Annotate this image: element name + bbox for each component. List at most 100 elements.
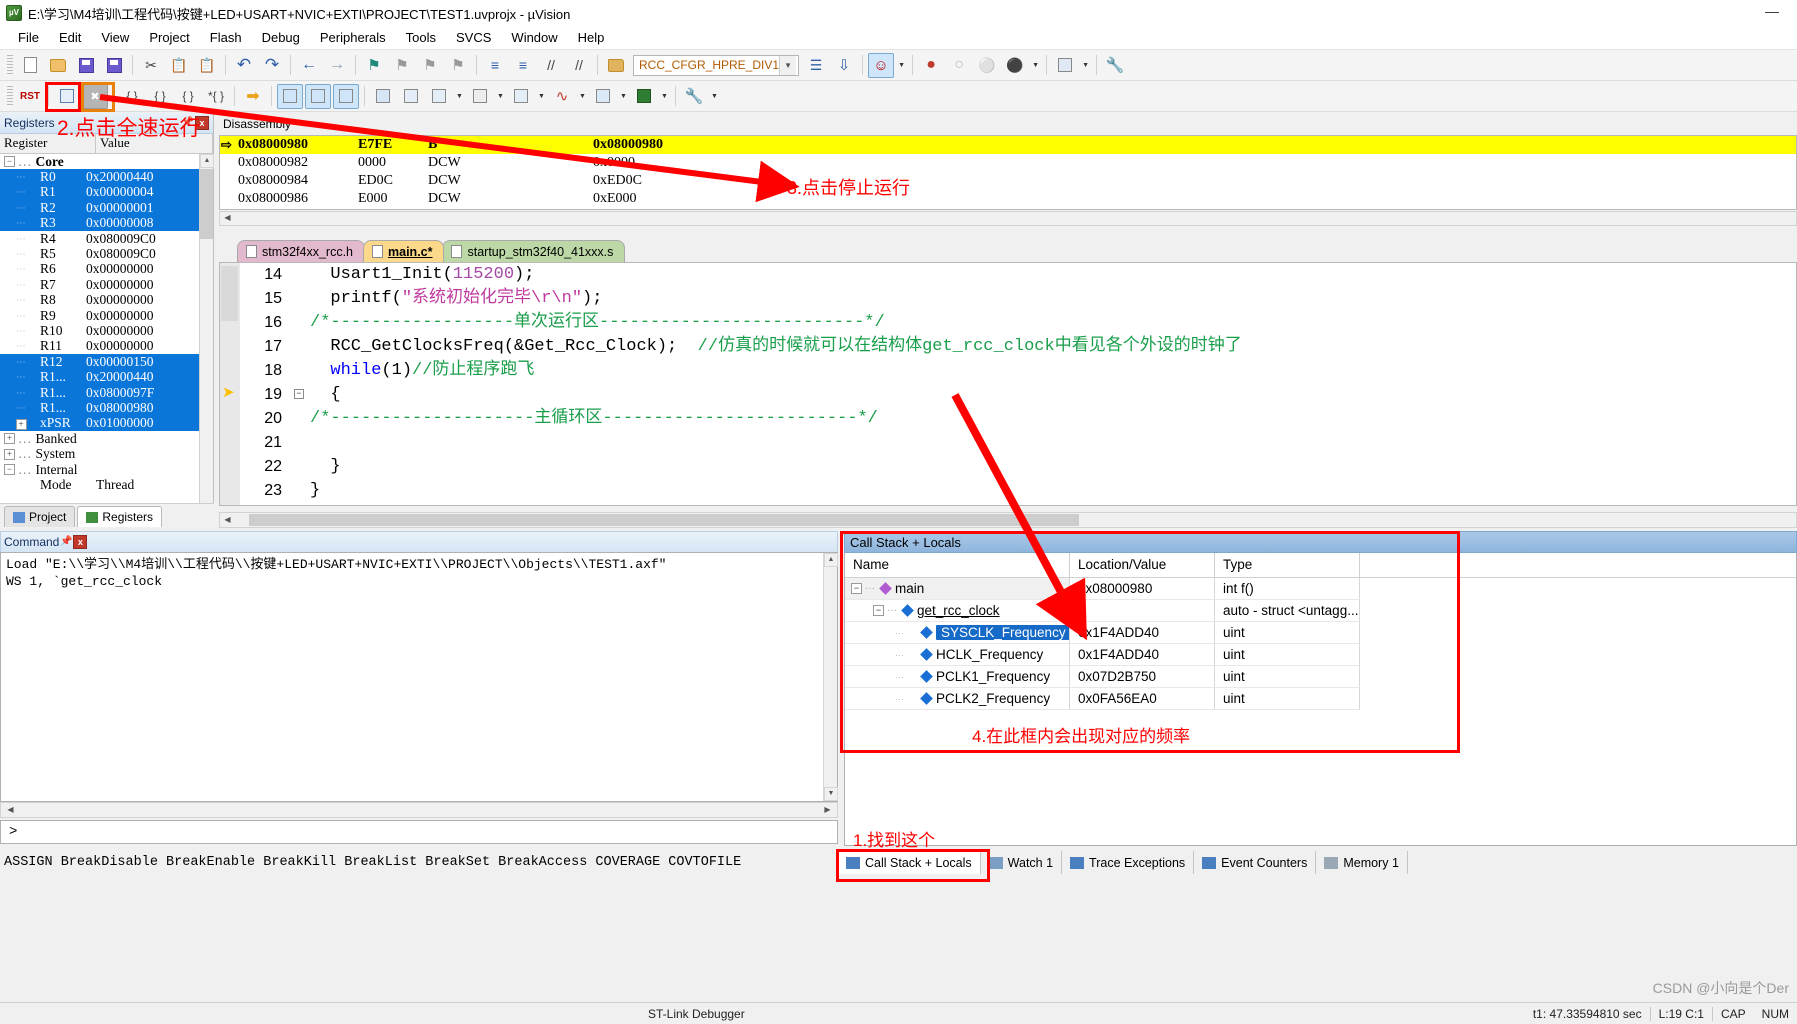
register-row[interactable]: ··· R1 0x00000004 [0, 184, 199, 201]
register-row[interactable]: + xPSR 0x01000000 [0, 415, 199, 432]
callstack-name-cell[interactable]: ··· PCLK1_Frequency [845, 666, 1070, 688]
scroll-up-icon[interactable]: ▲ [824, 553, 838, 567]
register-row[interactable]: ··· R10 0x00000000 [0, 323, 199, 338]
callstack-row[interactable]: ··· SYSCLK_Frequency 0x1F4ADD40 uint [845, 622, 1796, 644]
command-window-icon[interactable] [277, 83, 303, 109]
callstack-name-cell[interactable]: − ··· main [845, 578, 1070, 600]
tab-project[interactable]: Project [4, 506, 76, 527]
tab-watch-1[interactable]: Watch 1 [981, 851, 1063, 874]
step-icon[interactable]: { } [119, 84, 145, 109]
step-over-icon[interactable]: { } [147, 84, 173, 109]
callstack-row[interactable]: ··· PCLK2_Frequency 0x0FA56EA0 uint [845, 688, 1796, 710]
navigate-forward-icon[interactable]: → [324, 53, 350, 78]
breakpoint-disable-icon[interactable]: ○ [946, 53, 972, 78]
callstack-value-cell[interactable]: 0x0FA56EA0 [1070, 688, 1215, 710]
menu-edit[interactable]: Edit [49, 27, 91, 48]
chevron-down-icon[interactable]: ▼ [658, 84, 671, 109]
undo-icon[interactable]: ↶ [231, 53, 257, 78]
register-row[interactable]: ··· R2 0x00000001 [0, 200, 199, 216]
disassembly-row[interactable]: ⇨ 0x08000980 E7FE B 0x08000980 [220, 136, 1796, 154]
collapse-icon[interactable]: − [4, 464, 15, 475]
new-file-icon[interactable] [17, 53, 43, 78]
find-in-files-icon[interactable] [603, 53, 629, 78]
call-stack-window-icon[interactable] [398, 84, 424, 109]
analysis-window-icon[interactable]: ∿ [549, 84, 575, 109]
toolbox-icon[interactable]: 🔧 [681, 84, 707, 109]
register-group-banked[interactable]: + … Banked [0, 431, 199, 446]
menu-view[interactable]: View [91, 27, 139, 48]
scroll-down-icon[interactable]: ▼ [824, 787, 838, 801]
run-to-cursor-icon[interactable]: *{ } [203, 84, 229, 109]
scroll-up-icon[interactable]: ▲ [200, 154, 214, 168]
run-icon[interactable] [54, 84, 80, 109]
memory-window-icon[interactable] [467, 84, 493, 109]
bookmark-prev-icon[interactable]: ⚑ [389, 53, 415, 78]
tab-call-stack-locals[interactable]: Call Stack + Locals [838, 851, 981, 874]
code-line[interactable]: 14 Usart1_Init(115200); [240, 263, 1796, 287]
chevron-down-icon[interactable]: ▼ [617, 84, 630, 109]
uncomment-lines-icon[interactable]: // [566, 53, 592, 78]
expand-icon[interactable]: + [4, 433, 15, 445]
goto-definition-icon[interactable]: ⇩ [831, 53, 857, 78]
registers-scrollbar[interactable]: ▲ ▼ [199, 154, 214, 525]
register-row[interactable]: ··· R11 0x00000000 [0, 338, 199, 354]
callstack-value-cell[interactable]: 0x07D2B750 [1070, 666, 1215, 688]
manage-windows-icon[interactable] [1052, 53, 1078, 78]
callstack-value-cell[interactable] [1070, 600, 1215, 622]
redo-icon[interactable]: ↷ [259, 53, 285, 78]
close-icon[interactable]: x [73, 535, 88, 549]
minimize-button[interactable]: — [1757, 4, 1787, 22]
menu-svcs[interactable]: SVCS [446, 27, 501, 48]
menu-project[interactable]: Project [139, 27, 199, 48]
scrollbar-thumb[interactable] [200, 169, 213, 239]
tab-startup-s[interactable]: startup_stm32f40_41xxx.s [442, 240, 626, 262]
code-line[interactable]: 19− { [240, 383, 1796, 407]
code-line[interactable]: 22 } [240, 455, 1796, 479]
registers-tree[interactable]: − … Core ··· R0 0x20000440 ··· R1 0x00000004 ·… [0, 154, 199, 525]
callstack-name-cell[interactable]: ··· PCLK2_Frequency [845, 688, 1070, 710]
register-group-internal[interactable]: − … Internal [0, 462, 199, 477]
editor-gutter[interactable]: ➤ [220, 263, 240, 505]
callstack-row[interactable]: − ··· main 0x08000980 int f() [845, 578, 1796, 600]
configure-tools-icon[interactable]: 🔧 [1102, 53, 1128, 78]
code-lines-container[interactable]: 14 Usart1_Init(115200); 15 printf("系统初始化完… [240, 263, 1796, 505]
tab-trace-exceptions[interactable]: Trace Exceptions [1062, 851, 1195, 874]
register-row[interactable]: ··· R9 0x00000000 [0, 308, 199, 323]
breakpoint-disable-all-icon[interactable]: ⚫ [1002, 53, 1028, 78]
toolbar-grip[interactable] [7, 55, 13, 75]
tab-registers[interactable]: Registers [77, 506, 163, 527]
register-row-mode[interactable]: Mode Thread [0, 477, 199, 492]
register-row[interactable]: ··· R0 0x20000440 [0, 169, 199, 185]
menu-flash[interactable]: Flash [200, 27, 252, 48]
debug-session-icon[interactable]: ☺ [868, 52, 895, 78]
menu-debug[interactable]: Debug [252, 27, 310, 48]
tab-event-counters[interactable]: Event Counters [1194, 851, 1317, 874]
expand-icon[interactable]: + [4, 448, 15, 460]
code-line[interactable]: 24 [240, 503, 1796, 505]
chevron-down-icon[interactable]: ▼ [535, 84, 548, 109]
reset-cpu-icon[interactable]: RST [17, 84, 43, 109]
bookmark-clear-icon[interactable]: ⚑ [445, 53, 471, 78]
save-all-icon[interactable] [101, 53, 127, 78]
chevron-down-icon[interactable]: ▼ [779, 55, 797, 75]
save-icon[interactable] [73, 53, 99, 78]
disassembly-hscrollbar[interactable]: ◀ [219, 211, 1797, 226]
scroll-right-icon[interactable]: ▶ [820, 804, 835, 817]
symbol-combo[interactable]: RCC_CFGR_HPRE_DIV1 ▼ [633, 54, 800, 76]
open-file-icon[interactable] [45, 53, 71, 78]
register-row[interactable]: ··· R1... 0x0800097F [0, 385, 199, 401]
menu-file[interactable]: File [8, 27, 49, 48]
menu-window[interactable]: Window [501, 27, 567, 48]
code-line[interactable]: 20 /*--------------------主循环区------------… [240, 407, 1796, 431]
breakpoint-insert-icon[interactable]: ● [918, 53, 944, 78]
disassembly-list[interactable]: ⇨ 0x08000980 E7FE B 0x08000980 0x08000982 0000… [219, 135, 1797, 210]
outdent-icon[interactable]: ≡ [510, 53, 536, 78]
tab-memory-1[interactable]: Memory 1 [1316, 851, 1408, 874]
symbols-window-icon[interactable] [333, 83, 359, 109]
code-line[interactable]: 18 while(1)//防止程序跑飞 [240, 359, 1796, 383]
scroll-left-icon[interactable]: ◀ [3, 804, 18, 817]
trace-window-icon[interactable] [590, 84, 616, 109]
register-row[interactable]: ··· R6 0x00000000 [0, 261, 199, 277]
indent-icon[interactable]: ≡ [482, 53, 508, 78]
register-row[interactable]: ··· R1... 0x08000980 [0, 400, 199, 416]
